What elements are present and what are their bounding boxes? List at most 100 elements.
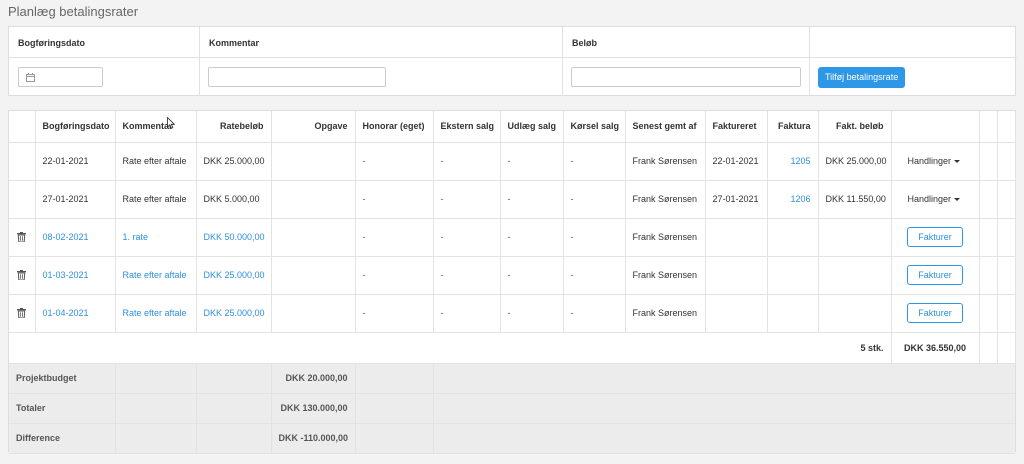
- cell-extra-1: [979, 142, 998, 181]
- col-header-ext-sales[interactable]: Ekstern salg: [433, 111, 501, 143]
- summary-label: Totaler: [9, 393, 116, 424]
- comment-field[interactable]: [208, 67, 386, 87]
- col-header-fee[interactable]: Honorar (eget): [355, 111, 434, 143]
- cell-fee: -: [355, 256, 434, 295]
- cell-actions: Fakturer: [891, 256, 980, 295]
- page-title: Planlæg betalingsrater: [8, 4, 139, 19]
- cell-extra-1: [979, 180, 998, 219]
- cell-extra-2: [997, 332, 1016, 364]
- col-header-comment[interactable]: Kommentar: [115, 111, 197, 143]
- cell-ext-sales: -: [433, 142, 501, 181]
- rates-grid: Bogføringsdato Kommentar Ratebeløb Opgav…: [9, 111, 1016, 454]
- cell-extra-1: [979, 218, 998, 257]
- col-header-rate-amount[interactable]: Ratebeløb: [196, 111, 272, 143]
- rate-amount-link[interactable]: DKK 50.000,00: [196, 218, 272, 257]
- actions-dropdown-button[interactable]: Handlinger: [899, 156, 961, 166]
- caret-down-icon: [954, 198, 961, 202]
- cell-saved-by: Frank Sørensen: [625, 142, 706, 181]
- cell-fee: -: [355, 294, 434, 333]
- invoice-link[interactable]: 1206: [767, 180, 819, 219]
- form-cell-action: Tilføj betalingsrate: [810, 58, 1017, 96]
- invoice-link[interactable]: 1205: [767, 142, 819, 181]
- cell-task: [271, 180, 356, 219]
- cell-driving: -: [563, 256, 626, 295]
- cell-task: [271, 256, 356, 295]
- col-header-driving[interactable]: Kørsel salg: [563, 111, 626, 143]
- invoice-button[interactable]: Fakturer: [907, 227, 963, 247]
- summary-value: DKK 130.000,00: [271, 393, 356, 424]
- invoice-link: [767, 294, 819, 333]
- actions-dropdown-button[interactable]: Handlinger: [899, 194, 961, 204]
- date-field[interactable]: [18, 67, 103, 87]
- form-cell-date: [9, 58, 200, 96]
- col-header-task[interactable]: Opgave: [271, 111, 356, 143]
- form-header-amount: Beløb: [563, 27, 810, 58]
- cell-invoiced: [705, 294, 768, 333]
- col-header-saved-by[interactable]: Senest gemt af: [625, 111, 706, 143]
- trash-icon[interactable]: [17, 270, 27, 280]
- summary-filler: [433, 363, 1015, 394]
- total-invoiced: DKK 36.550,00: [891, 332, 980, 364]
- cell-actions: Fakturer: [891, 294, 980, 333]
- col-header-invoice[interactable]: Faktura: [767, 111, 819, 143]
- form-cell-comment: [200, 58, 563, 96]
- summary-empty: [355, 363, 434, 394]
- summary-empty: [115, 363, 197, 394]
- cell-date: 22-01-2021: [35, 142, 116, 181]
- add-payment-rate-button[interactable]: Tilføj betalingsrate: [818, 67, 906, 88]
- payment-rates-table: Bogføringsdato Kommentar Ratebeløb Opgav…: [8, 110, 1016, 454]
- actions-dropdown-label: Handlinger: [907, 156, 952, 166]
- cell-outlay: -: [500, 142, 564, 181]
- cell-invoice-amount: [818, 218, 892, 257]
- cell-rate-amount: DKK 5.000,00: [196, 180, 272, 219]
- summary-value: DKK -110.000,00: [271, 423, 356, 454]
- comment-link[interactable]: Rate efter aftale: [115, 294, 197, 333]
- table-row: 01-04-2021 Rate efter aftale DKK 25.000,…: [9, 294, 1016, 333]
- amount-field[interactable]: [571, 67, 801, 87]
- col-header-invoiced[interactable]: Faktureret: [705, 111, 768, 143]
- cell-ext-sales: -: [433, 256, 501, 295]
- caret-down-icon: [954, 160, 961, 164]
- invoice-link: [767, 256, 819, 295]
- col-header-outlay[interactable]: Udlæg salg: [500, 111, 564, 143]
- cell-invoice-amount: [818, 256, 892, 295]
- col-header-date[interactable]: Bogføringsdato: [35, 111, 116, 143]
- summary-empty: [196, 423, 272, 454]
- comment-link[interactable]: 1. rate: [115, 218, 197, 257]
- cell-ext-sales: -: [433, 294, 501, 333]
- form-header-comment: Kommentar: [200, 27, 563, 58]
- cell-ext-sales: -: [433, 218, 501, 257]
- invoice-button[interactable]: Fakturer: [907, 265, 963, 285]
- cell-outlay: -: [500, 180, 564, 219]
- cell-invoice-amount: DKK 25.000,00: [818, 142, 892, 181]
- col-header-delete: [9, 111, 36, 143]
- trash-icon[interactable]: [17, 232, 27, 242]
- rate-amount-link[interactable]: DKK 25.000,00: [196, 256, 272, 295]
- col-header-invoice-amount[interactable]: Fakt. beløb: [818, 111, 892, 143]
- comment-link[interactable]: Rate efter aftale: [115, 256, 197, 295]
- date-link[interactable]: 01-04-2021: [35, 294, 116, 333]
- cell-saved-by: Frank Sørensen: [625, 218, 706, 257]
- cell-comment: Rate efter aftale: [115, 142, 197, 181]
- cell-task: [271, 142, 356, 181]
- summary-empty: [196, 393, 272, 424]
- table-header-row: Bogføringsdato Kommentar Ratebeløb Opgav…: [9, 111, 1016, 143]
- cell-saved-by: Frank Sørensen: [625, 256, 706, 295]
- date-link[interactable]: 08-02-2021: [35, 218, 116, 257]
- cell-outlay: -: [500, 256, 564, 295]
- cell-saved-by: Frank Sørensen: [625, 180, 706, 219]
- cell-actions: Fakturer: [891, 218, 980, 257]
- invoice-link: [767, 218, 819, 257]
- cell-fee: -: [355, 218, 434, 257]
- cell-extra-1: [979, 294, 998, 333]
- cell-fee: -: [355, 180, 434, 219]
- invoice-button[interactable]: Fakturer: [907, 303, 963, 323]
- mouse-cursor-icon: [167, 117, 175, 129]
- trash-icon[interactable]: [17, 308, 27, 318]
- summary-empty: [115, 423, 197, 454]
- cell-outlay: -: [500, 294, 564, 333]
- summary-empty: [196, 363, 272, 394]
- cell-extra-2: [997, 294, 1016, 333]
- rate-amount-link[interactable]: DKK 25.000,00: [196, 294, 272, 333]
- date-link[interactable]: 01-03-2021: [35, 256, 116, 295]
